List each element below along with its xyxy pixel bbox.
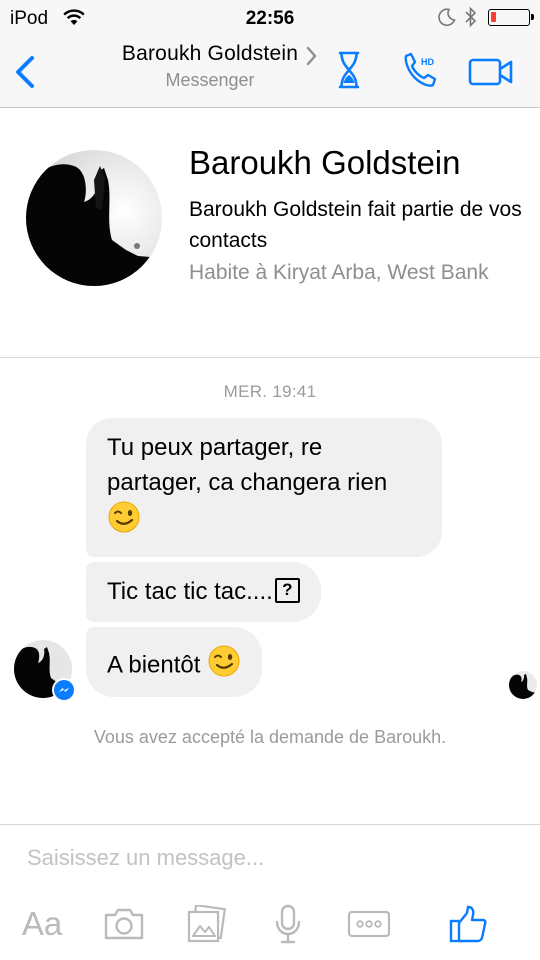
winking-face-emoji-icon xyxy=(207,644,241,688)
request-accepted-note: Vous avez accepté la demande de Baroukh. xyxy=(93,727,447,747)
profile-name: Baroukh Goldstein xyxy=(189,144,461,181)
back-button[interactable] xyxy=(8,50,44,94)
profile-contact-status: Baroukh Goldstein fait partie de vos con… xyxy=(189,198,522,252)
like-thumb-icon xyxy=(449,905,487,943)
clock: 22:56 xyxy=(245,8,295,29)
moon-icon xyxy=(438,8,456,31)
video-camera-icon xyxy=(468,58,513,86)
message-text: Tic tac tic tac.... xyxy=(107,578,273,605)
photo-gallery-icon xyxy=(187,905,226,943)
svg-text:HD: HD xyxy=(421,57,434,67)
profile-location: Habite à Kiryat Arba, West Bank xyxy=(189,261,489,284)
camera-icon xyxy=(104,908,144,940)
conversation-header: Baroukh Goldstein Messenger HD xyxy=(0,36,540,108)
battery-level xyxy=(491,12,496,22)
text-format-icon: Aa xyxy=(21,905,63,942)
hd-phone-icon: HD xyxy=(404,52,437,87)
message-bubble[interactable]: A bientôt xyxy=(86,627,263,697)
message-text: Tu peux partager, re partager, ca change… xyxy=(107,434,388,496)
message-bubble[interactable]: Tu peux partager, re partager, ca change… xyxy=(86,418,442,557)
contact-subtitle: Messenger xyxy=(165,70,255,90)
chevron-left-icon xyxy=(16,56,34,88)
divider xyxy=(0,824,540,825)
unknown-glyph-box: ? xyxy=(274,578,300,604)
message-bubble[interactable]: Tic tac tic tac....? xyxy=(86,562,321,622)
more-options-button[interactable] xyxy=(346,900,392,948)
message-timestamp: MER. 19:41 xyxy=(223,382,317,401)
winking-face-emoji-icon xyxy=(107,500,141,544)
bluetooth-icon xyxy=(464,6,478,33)
divider xyxy=(0,357,540,358)
hourglass-icon xyxy=(338,51,360,89)
hourglass-button[interactable] xyxy=(334,50,364,95)
chevron-right-icon xyxy=(306,45,318,72)
contact-name: Baroukh Goldstein xyxy=(121,42,299,65)
voice-message-button[interactable] xyxy=(268,900,308,948)
contact-title-button[interactable]: Baroukh Goldstein Messenger xyxy=(92,42,328,91)
message-text: A bientôt xyxy=(107,651,201,679)
more-icon xyxy=(347,910,391,938)
video-call-button[interactable] xyxy=(468,58,514,91)
seen-receipt-avatar xyxy=(509,671,537,699)
profile-avatar[interactable] xyxy=(26,150,162,286)
photo-gallery-button[interactable] xyxy=(184,900,228,948)
status-bar: iPod 22:56 xyxy=(0,0,540,36)
message-input[interactable] xyxy=(14,836,524,880)
camera-button[interactable] xyxy=(100,900,148,948)
messenger-badge-icon xyxy=(52,678,76,702)
microphone-icon xyxy=(275,904,301,944)
text-format-button[interactable]: Aa xyxy=(18,900,66,948)
like-button[interactable] xyxy=(446,900,490,948)
battery-icon xyxy=(488,9,534,26)
hd-call-button[interactable]: HD xyxy=(400,50,440,95)
